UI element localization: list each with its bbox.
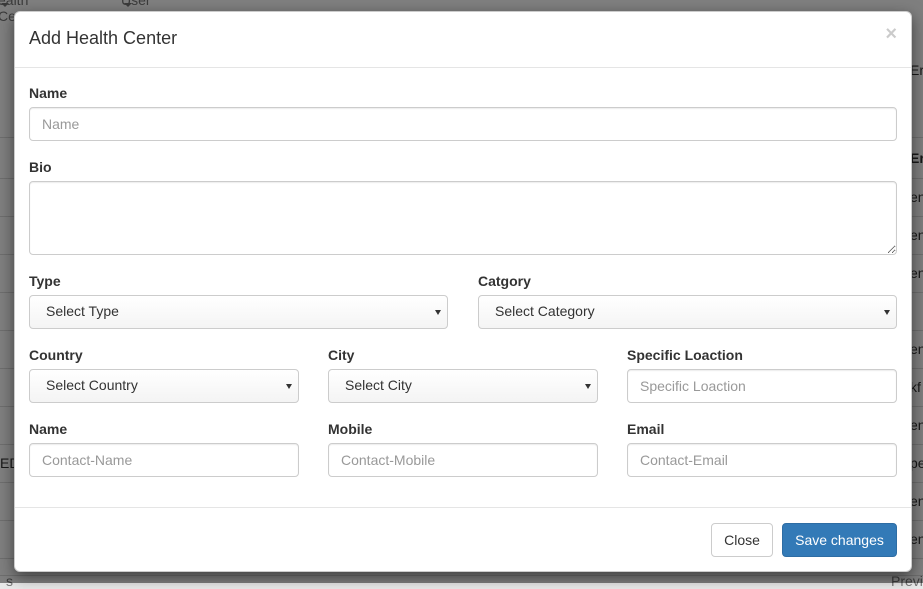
country-label: Country <box>29 347 83 363</box>
modal-title: Add Health Center <box>29 28 178 48</box>
name-label: Name <box>29 85 68 101</box>
dropdown-arrow-icon <box>884 310 890 315</box>
bio-label: Bio <box>29 159 52 175</box>
modal-header: Add Health Center × <box>15 12 911 68</box>
save-changes-button[interactable]: Save changes <box>782 523 897 557</box>
specific-location-input[interactable] <box>627 369 897 403</box>
dropdown-arrow-icon <box>435 310 441 315</box>
contact-name-label: Name <box>29 421 68 437</box>
dropdown-arrow-icon <box>286 384 292 389</box>
city-select-value: Select City <box>345 377 412 393</box>
name-input[interactable] <box>29 107 897 141</box>
category-select-value: Select Category <box>495 303 595 319</box>
specific-location-label: Specific Loaction <box>627 347 743 363</box>
close-button[interactable]: Close <box>711 523 773 557</box>
mobile-label: Mobile <box>328 421 373 437</box>
type-select[interactable]: Select Type <box>29 295 448 329</box>
country-select[interactable]: Select Country <box>29 369 299 403</box>
dropdown-arrow-icon <box>585 384 591 389</box>
type-label: Type <box>29 273 61 289</box>
city-label: City <box>328 347 355 363</box>
bio-textarea[interactable] <box>29 181 897 255</box>
add-health-center-modal: Add Health Center × Name Bio Type Select… <box>14 11 912 572</box>
type-select-value: Select Type <box>46 303 119 319</box>
city-select[interactable]: Select City <box>328 369 598 403</box>
modal-footer: Close Save changes <box>15 507 911 572</box>
contact-name-input[interactable] <box>29 443 299 477</box>
close-icon[interactable]: × <box>885 24 897 44</box>
email-label: Email <box>627 421 665 437</box>
category-select[interactable]: Select Category <box>478 295 897 329</box>
contact-mobile-input[interactable] <box>328 443 598 477</box>
country-select-value: Select Country <box>46 377 138 393</box>
contact-email-input[interactable] <box>627 443 897 477</box>
category-label: Catgory <box>478 273 531 289</box>
